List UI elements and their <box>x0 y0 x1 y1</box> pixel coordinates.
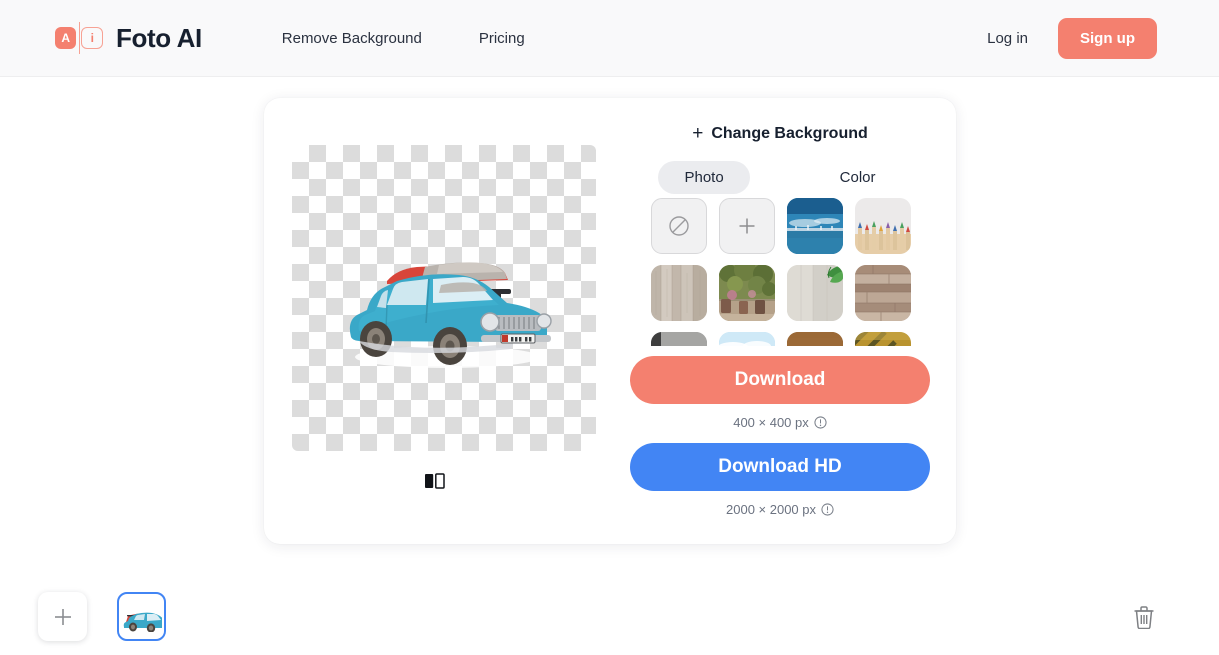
concrete-leaf-thumbnail <box>787 265 843 321</box>
download-hd-size-info: 2000 × 2000 px <box>726 502 834 517</box>
add-image-button[interactable] <box>38 592 87 641</box>
nav-remove-background[interactable]: Remove Background <box>282 30 422 47</box>
gray-stone-thumbnail <box>651 332 707 346</box>
tab-color[interactable]: Color <box>814 161 902 194</box>
brown-wood-thumbnail <box>787 332 843 346</box>
sky-clouds-thumbnail <box>719 332 775 346</box>
download-size-label: 400 × 400 px <box>733 415 809 430</box>
panel-title-label: Change Background <box>711 124 868 142</box>
download-hd-size-label: 2000 × 2000 px <box>726 502 816 517</box>
logo-ai-badge-icon: A i <box>55 22 103 54</box>
main-nav: Remove Background Pricing <box>282 30 525 47</box>
car-image <box>349 262 552 369</box>
pencils-thumbnail <box>855 198 911 254</box>
signup-button[interactable]: Sign up <box>1058 17 1157 59</box>
app-header: A i Foto AI Remove Background Pricing Lo… <box>0 0 1219 77</box>
header-actions: Log in Sign up <box>987 17 1157 59</box>
delete-image-button[interactable] <box>1131 602 1157 632</box>
background-reclaimed-wood[interactable] <box>855 265 911 321</box>
car-thumbnail-icon <box>123 612 162 632</box>
background-concrete-leaf[interactable] <box>787 265 843 321</box>
background-thumbnail-scroller[interactable] <box>604 198 956 346</box>
background-sky-clouds[interactable] <box>719 332 775 346</box>
download-hd-button[interactable]: Download HD <box>630 443 930 491</box>
vertical-wood-thumbnail <box>651 265 707 321</box>
background-pencils[interactable] <box>855 198 911 254</box>
background-sea-sky[interactable] <box>787 198 843 254</box>
uploaded-car-image[interactable] <box>117 592 166 641</box>
tab-photo[interactable]: Photo <box>658 161 750 194</box>
download-actions: Download 400 × 400 px Download HD 2000 ×… <box>604 356 956 530</box>
background-wood-vertical[interactable] <box>651 265 707 321</box>
no-background-icon <box>669 216 689 236</box>
background-gray-stone[interactable] <box>651 332 707 346</box>
image-preview-canvas[interactable] <box>292 145 596 451</box>
background-tabs: Photo Color <box>604 161 956 194</box>
login-link[interactable]: Log in <box>987 30 1028 47</box>
brand-name: Foto AI <box>116 22 202 53</box>
background-upload[interactable] <box>719 198 775 254</box>
front-wheel <box>433 327 467 366</box>
preview-column <box>264 98 604 544</box>
background-none[interactable] <box>651 198 707 254</box>
background-panel: + Change Background Photo Color Download… <box>604 98 956 544</box>
background-brown-wood[interactable] <box>787 332 843 346</box>
logo-letter-i: i <box>81 27 103 49</box>
change-background-title[interactable]: + Change Background <box>604 124 956 143</box>
file-strip <box>0 578 1219 655</box>
reclaimed-wood-thumbnail <box>855 265 911 321</box>
nav-pricing[interactable]: Pricing <box>479 30 525 47</box>
olive-stripes-thumbnail <box>855 332 911 346</box>
download-size-info: 400 × 400 px <box>733 415 827 430</box>
background-olive-stripes[interactable] <box>855 332 911 346</box>
info-circle-icon[interactable] <box>821 503 834 516</box>
logo-divider <box>78 22 81 54</box>
before-after-compare-icon[interactable] <box>423 471 445 491</box>
background-garden[interactable] <box>719 265 775 321</box>
garden-thumbnail <box>719 265 775 321</box>
logo-letter-a: A <box>55 27 77 49</box>
trash-icon <box>1134 605 1154 629</box>
plus-icon <box>54 608 71 625</box>
background-thumbnail-grid <box>604 198 956 346</box>
info-circle-icon[interactable] <box>814 416 827 429</box>
brand-logo[interactable]: A i Foto AI <box>55 22 202 54</box>
plus-icon <box>739 218 755 234</box>
plus-icon: + <box>692 123 704 144</box>
editor-card: + Change Background Photo Color Download… <box>264 98 956 544</box>
download-button[interactable]: Download <box>630 356 930 404</box>
sea-sky-thumbnail <box>787 198 843 254</box>
